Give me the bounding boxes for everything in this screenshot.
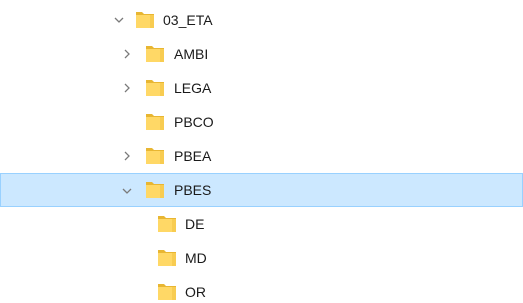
tree-item-label: LEGA bbox=[174, 80, 212, 96]
chevron-down-icon[interactable] bbox=[111, 3, 127, 37]
tree-item-03_eta[interactable]: 03_ETA bbox=[0, 3, 523, 37]
chevron-right-icon[interactable] bbox=[119, 139, 135, 173]
tree-item-label: 03_ETA bbox=[163, 12, 213, 28]
chevron-right-icon[interactable] bbox=[119, 37, 135, 71]
tree-item-pbes[interactable]: PBES bbox=[0, 173, 523, 207]
tree-item-ambi[interactable]: AMBI bbox=[0, 37, 523, 71]
tree-item-pbea[interactable]: PBEA bbox=[0, 139, 523, 173]
folder-icon bbox=[135, 10, 155, 29]
folder-icon bbox=[145, 78, 165, 97]
chevron-right-icon[interactable] bbox=[119, 71, 135, 105]
folder-tree: 03_ETA AMBI LEGA PBCO PBEA PBES DE MD OR bbox=[0, 0, 523, 303]
tree-item-label: PBCO bbox=[174, 114, 214, 130]
tree-item-de[interactable]: DE bbox=[0, 207, 523, 241]
folder-icon bbox=[145, 44, 165, 63]
tree-item-md[interactable]: MD bbox=[0, 241, 523, 275]
tree-item-label: DE bbox=[185, 216, 205, 232]
tree-item-label: PBEA bbox=[174, 148, 212, 164]
folder-icon bbox=[145, 180, 165, 199]
tree-item-pbco[interactable]: PBCO bbox=[0, 105, 523, 139]
tree-item-label: MD bbox=[185, 250, 207, 266]
tree-item-label: OR bbox=[185, 284, 206, 300]
folder-icon bbox=[157, 214, 177, 233]
tree-item-label: PBES bbox=[174, 182, 212, 198]
folder-icon bbox=[145, 146, 165, 165]
folder-icon bbox=[157, 248, 177, 267]
tree-item-label: AMBI bbox=[174, 46, 209, 62]
tree-item-or[interactable]: OR bbox=[0, 275, 523, 303]
folder-icon bbox=[145, 112, 165, 131]
tree-item-lega[interactable]: LEGA bbox=[0, 71, 523, 105]
chevron-down-icon[interactable] bbox=[119, 174, 135, 208]
folder-icon bbox=[157, 282, 177, 301]
